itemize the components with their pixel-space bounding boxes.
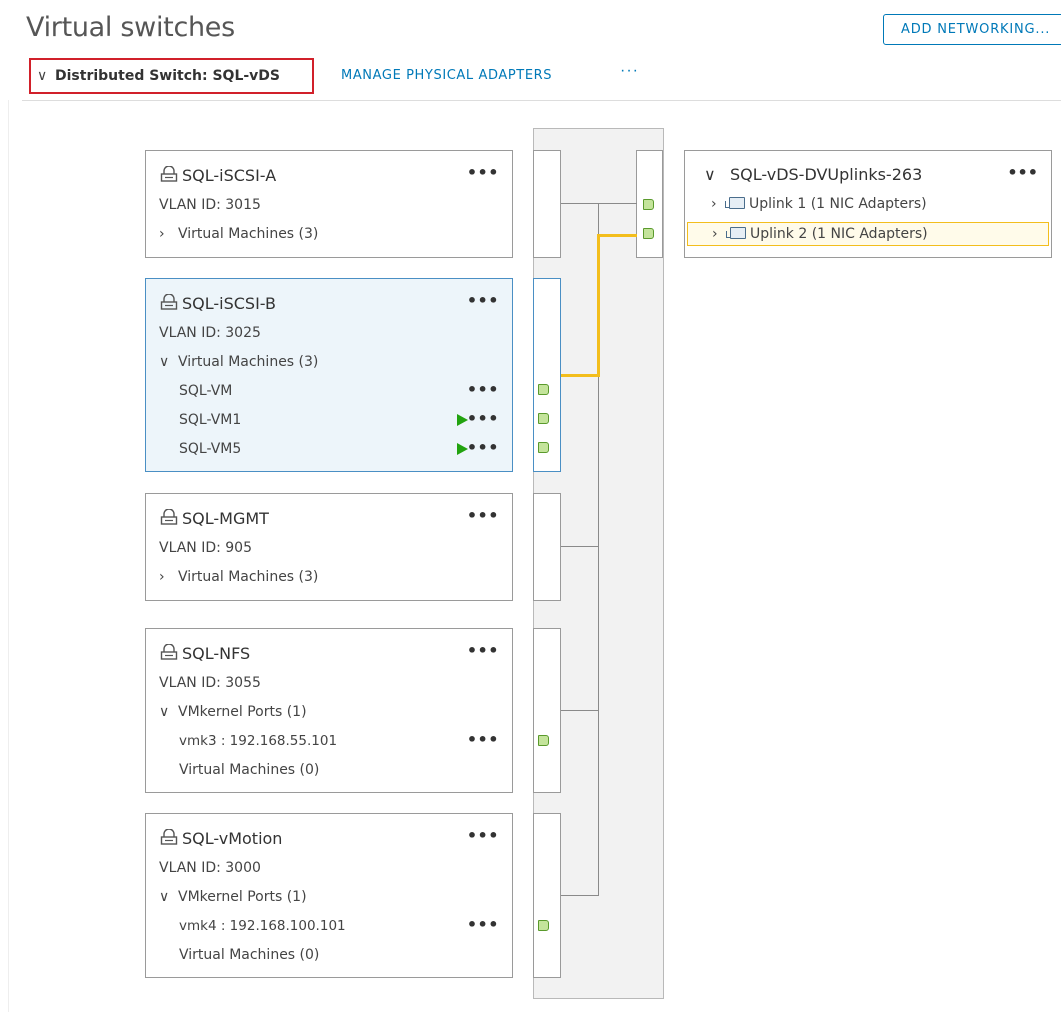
port-group-name: SQL-vMotion <box>182 829 283 848</box>
network-port-group-icon <box>160 508 182 530</box>
port-group-card[interactable]: SQL-iSCSI-A ••• VLAN ID: 3015 › Virtual M… <box>145 150 513 258</box>
wire <box>561 710 599 711</box>
port-group-title: SQL-vMotion <box>160 828 283 850</box>
uplink-port-group-card[interactable]: ∨ SQL-vDS-DVUplinks-263 ••• › Uplink 1 (1 … <box>684 150 1052 258</box>
manage-physical-adapters-link[interactable]: MANAGE PHYSICAL ADAPTERS <box>341 68 552 83</box>
vm-more-button[interactable]: ••• <box>467 438 499 457</box>
port-group-title: SQL-iSCSI-B <box>160 293 276 315</box>
uplink-item[interactable]: › Uplink 2 (1 NIC Adapters) <box>687 222 1049 246</box>
port-group-more-button[interactable]: ••• <box>467 506 499 525</box>
port-group-ports-box <box>533 813 561 978</box>
virtual-machines-label: Virtual Machines (0) <box>179 947 320 963</box>
vlan-id-label: VLAN ID: 3055 <box>159 675 261 691</box>
vmkernel-ports-toggle[interactable]: ∨ VMkernel Ports (1) <box>159 889 307 905</box>
chevron-down-icon: ∨ <box>159 889 170 905</box>
vlan-id-label: VLAN ID: 3000 <box>159 860 261 876</box>
vm-port[interactable] <box>538 413 549 424</box>
vm-more-button[interactable]: ••• <box>467 380 499 399</box>
uplink-more-button[interactable]: ••• <box>1007 163 1038 182</box>
virtual-machines-toggle[interactable]: › Virtual Machines (3) <box>159 569 318 585</box>
port-group-more-button[interactable]: ••• <box>467 641 499 660</box>
section-label: VMkernel Ports (1) <box>178 889 307 905</box>
port-group-name: SQL-iSCSI-A <box>182 166 277 185</box>
highlighted-wire <box>597 234 600 377</box>
network-port-group-icon <box>160 293 182 315</box>
vlan-id-label: VLAN ID: 905 <box>159 540 252 556</box>
page-title: Virtual switches <box>26 12 235 43</box>
port-group-more-button[interactable]: ••• <box>467 291 499 310</box>
highlighted-wire <box>597 234 637 237</box>
section-label: Virtual Machines (3) <box>178 569 319 585</box>
section-label: Virtual Machines (3) <box>178 354 319 370</box>
wire <box>561 895 599 896</box>
physical-nic-icon <box>725 197 745 209</box>
uplink-port-group-title[interactable]: ∨ SQL-vDS-DVUplinks-263 <box>704 165 922 184</box>
vm-port[interactable] <box>538 442 549 453</box>
vlan-id-label: VLAN ID: 3025 <box>159 325 261 341</box>
panel-divider <box>8 100 9 1012</box>
toolbar-divider <box>22 100 1061 101</box>
virtual-machines-toggle[interactable]: ∨ Virtual Machines (3) <box>159 354 318 370</box>
network-port-group-icon <box>160 165 182 187</box>
distributed-switch-selector[interactable]: ∨ Distributed Switch: SQL-vDS <box>29 58 314 94</box>
port-group-name: SQL-NFS <box>182 644 251 663</box>
physical-nic-icon <box>726 227 746 239</box>
port-group-ports-box <box>533 493 561 601</box>
virtual-machines-label: Virtual Machines (0) <box>179 762 320 778</box>
vmkernel-port[interactable] <box>538 735 549 746</box>
network-port-group-icon <box>160 828 182 850</box>
vmkernel-adapter[interactable]: vmk3 : 192.168.55.101 <box>179 733 337 749</box>
chevron-down-icon: ∨ <box>159 704 170 720</box>
uplink-port[interactable] <box>643 199 654 210</box>
vmkernel-ports-toggle[interactable]: ∨ VMkernel Ports (1) <box>159 704 307 720</box>
vm-name[interactable]: SQL-VM <box>179 383 232 399</box>
chevron-right-icon: › <box>159 569 165 585</box>
uplink-label: Uplink 2 (1 NIC Adapters) <box>750 226 928 242</box>
uplink-label: Uplink 1 (1 NIC Adapters) <box>749 196 927 212</box>
vmkernel-more-button[interactable]: ••• <box>467 730 499 749</box>
chevron-down-icon: ∨ <box>159 354 170 370</box>
chevron-down-icon: ∨ <box>704 165 716 184</box>
distributed-switch-label: Distributed Switch: SQL-vDS <box>55 68 281 84</box>
network-port-group-icon <box>160 643 182 665</box>
vm-name[interactable]: SQL-VM1 <box>179 412 241 428</box>
wire <box>561 546 599 547</box>
port-group-ports-box <box>533 150 561 258</box>
highlighted-wire <box>561 374 599 377</box>
port-group-name: SQL-MGMT <box>182 509 269 528</box>
wire <box>561 203 637 204</box>
more-actions-button[interactable]: ··· <box>620 62 639 80</box>
virtual-machines-toggle[interactable]: › Virtual Machines (3) <box>159 226 318 242</box>
port-group-card[interactable]: SQL-iSCSI-B ••• VLAN ID: 3025 ∨ Virtual M… <box>145 278 513 472</box>
port-group-card[interactable]: SQL-MGMT ••• VLAN ID: 905 › Virtual Machi… <box>145 493 513 601</box>
port-group-title: SQL-NFS <box>160 643 251 665</box>
add-networking-button[interactable]: ADD NETWORKING... <box>883 14 1061 45</box>
section-label: Virtual Machines (3) <box>178 226 319 242</box>
port-group-more-button[interactable]: ••• <box>467 826 499 845</box>
port-group-title: SQL-MGMT <box>160 508 269 530</box>
port-group-more-button[interactable]: ••• <box>467 163 499 182</box>
vmkernel-port[interactable] <box>538 920 549 931</box>
chevron-down-icon: ∨ <box>37 68 48 84</box>
port-group-name: SQL-iSCSI-B <box>182 294 276 313</box>
uplink-item[interactable]: › Uplink 1 (1 NIC Adapters) <box>687 193 1049 217</box>
vm-more-button[interactable]: ••• <box>467 409 499 428</box>
port-group-title: SQL-iSCSI-A <box>160 165 277 187</box>
vm-port[interactable] <box>538 384 549 395</box>
port-group-ports-box <box>533 628 561 793</box>
chevron-right-icon: › <box>159 226 165 242</box>
port-group-card[interactable]: SQL-NFS ••• VLAN ID: 3055 ∨ VMkernel Port… <box>145 628 513 793</box>
vm-name[interactable]: SQL-VM5 <box>179 441 241 457</box>
port-group-card[interactable]: SQL-vMotion ••• VLAN ID: 3000 ∨ VMkernel … <box>145 813 513 978</box>
uplink-port-group-name: SQL-vDS-DVUplinks-263 <box>730 165 923 184</box>
vmkernel-adapter[interactable]: vmk4 : 192.168.100.101 <box>179 918 346 934</box>
vlan-id-label: VLAN ID: 3015 <box>159 197 261 213</box>
uplink-port[interactable] <box>643 228 654 239</box>
vmkernel-more-button[interactable]: ••• <box>467 915 499 934</box>
section-label: VMkernel Ports (1) <box>178 704 307 720</box>
